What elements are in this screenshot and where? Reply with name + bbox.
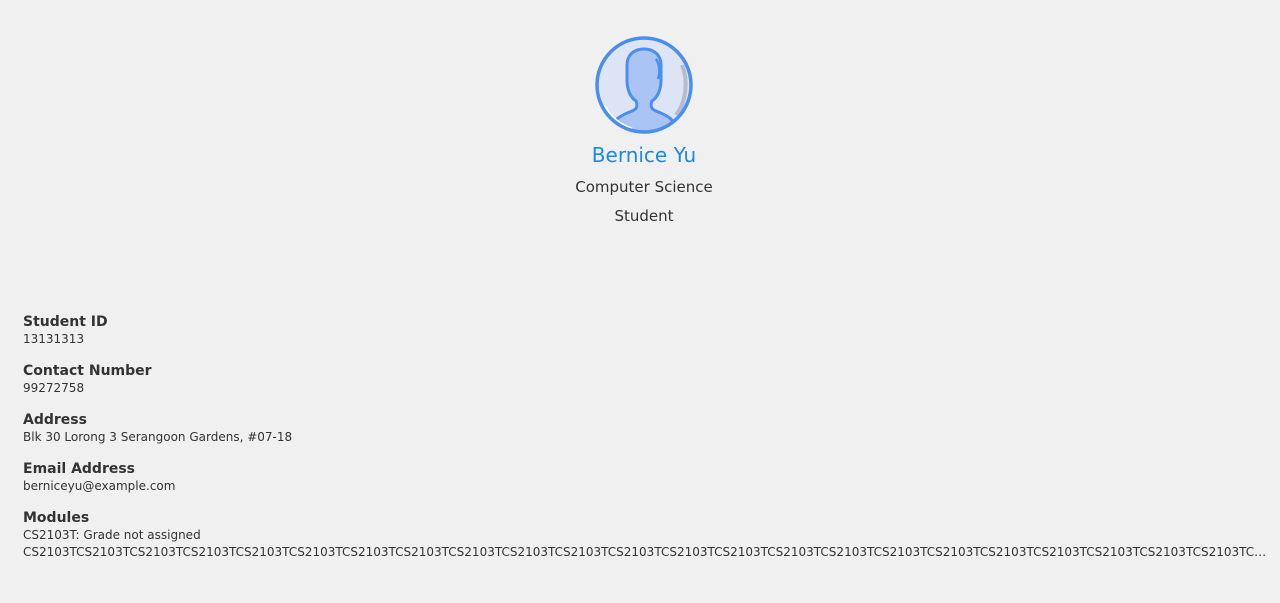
student-details: Student ID 13131313 Contact Number 99272… <box>23 313 1273 575</box>
module-grade: CS2103T: Grade not assigned <box>23 528 201 542</box>
student-course: Computer Science <box>575 178 713 196</box>
student-id-value: 13131313 <box>23 332 85 346</box>
modules-field: Modules CS2103T: Grade not assigned CS21… <box>23 509 1273 561</box>
address-field: Address Blk 30 Lorong 3 Serangoon Garden… <box>23 411 1273 446</box>
avatar <box>594 35 694 135</box>
contact-number-value: 99272758 <box>23 381 85 395</box>
student-id-field: Student ID 13131313 <box>23 313 1273 348</box>
email-label: Email Address <box>23 461 136 477</box>
student-role: Student <box>614 207 674 225</box>
contact-number-label: Contact Number <box>23 363 152 379</box>
modules-label: Modules <box>23 510 90 526</box>
email-field: Email Address berniceyu@example.com <box>23 460 1273 495</box>
email-value: berniceyu@example.com <box>23 479 176 493</box>
user-silhouette-icon <box>595 36 693 134</box>
address-label: Address <box>23 412 87 428</box>
student-id-label: Student ID <box>23 314 108 330</box>
contact-number-field: Contact Number 99272758 <box>23 362 1273 397</box>
address-value: Blk 30 Lorong 3 Serangoon Gardens, #07-1… <box>23 430 293 444</box>
module-list: CS2103TCS2103TCS2103TCS2103TCS2103TCS210… <box>23 545 1269 559</box>
student-name: Bernice Yu <box>591 143 697 167</box>
